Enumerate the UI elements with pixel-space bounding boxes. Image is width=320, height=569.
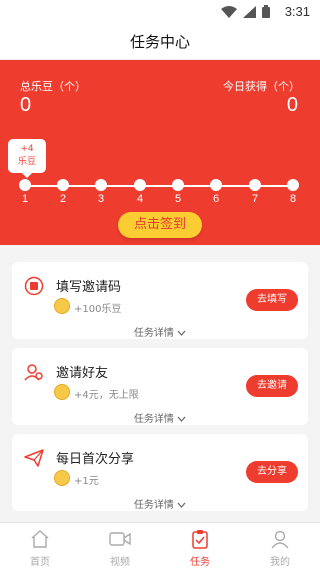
bubble-plus: +4	[20, 144, 34, 154]
task-icon	[190, 529, 210, 552]
home-icon	[30, 529, 50, 552]
chevron-down-icon	[177, 414, 186, 425]
today-beans-value: 0	[286, 94, 298, 116]
task-detail-toggle[interactable]: 任务详情	[12, 410, 308, 425]
task-detail-toggle[interactable]: 任务详情	[12, 496, 308, 511]
streak-dot	[134, 179, 146, 191]
chevron-down-icon	[177, 328, 186, 339]
invite-code-icon	[24, 276, 44, 296]
bottom-tab-bar: 首页 视频 任务 我的	[0, 522, 320, 569]
streak-day-label: 4	[136, 193, 144, 205]
battery-icon	[262, 5, 270, 18]
fill-code-button[interactable]: 去填写	[246, 289, 298, 311]
page-title: 任务中心	[0, 24, 320, 60]
streak-dot	[57, 179, 69, 191]
streak-dot	[19, 179, 31, 191]
status-bar: 3:31	[0, 0, 320, 24]
coin-icon	[54, 298, 70, 314]
task-reward: +100乐豆	[74, 304, 122, 315]
profile-icon	[270, 529, 290, 552]
status-icons	[221, 5, 270, 18]
summary-panel: 总乐豆（个） 今日获得（个） 0 0 +4 乐豆 1 2 3 4 5 6 7 8…	[0, 60, 320, 245]
streak-dot	[95, 179, 107, 191]
streak-day-label: 2	[59, 193, 67, 205]
total-beans-label: 总乐豆（个）	[20, 80, 86, 93]
tab-profile[interactable]: 我的	[240, 523, 320, 569]
streak-day-label: 1	[21, 193, 29, 205]
streak-dot	[172, 179, 184, 191]
task-reward: +1元	[74, 476, 99, 487]
tab-home[interactable]: 首页	[0, 523, 80, 569]
streak-day-label: 3	[97, 193, 105, 205]
task-detail-label: 任务详情	[133, 414, 174, 425]
paper-plane-icon	[24, 448, 44, 468]
task-title: 邀请好友	[56, 366, 109, 381]
task-detail-toggle[interactable]: 任务详情	[12, 324, 308, 339]
streak-day-label: 5	[174, 193, 182, 205]
coin-icon	[54, 384, 70, 400]
tab-label: 首页	[30, 557, 50, 568]
task-card-invite-friends: 邀请好友 +4元，无上限 任务详情 去邀请	[12, 348, 308, 425]
streak-dot	[249, 179, 261, 191]
streak-day-label: 6	[212, 193, 220, 205]
tab-tasks[interactable]: 任务	[160, 523, 240, 569]
tab-label: 视频	[110, 557, 130, 568]
wifi-icon	[221, 5, 237, 18]
task-card-invite-code: 填写邀请码 +100乐豆 任务详情 去填写	[12, 262, 308, 339]
checkin-button[interactable]: 点击签到	[118, 212, 202, 238]
share-button[interactable]: 去分享	[246, 461, 298, 483]
status-time: 3:31	[284, 4, 310, 19]
task-title: 填写邀请码	[56, 280, 122, 295]
task-title: 每日首次分享	[56, 452, 135, 467]
streak-dot	[210, 179, 222, 191]
coin-icon	[54, 470, 70, 486]
tab-label: 任务	[190, 557, 210, 568]
video-icon	[109, 529, 131, 552]
signal-icon	[243, 5, 256, 18]
chevron-down-icon	[177, 500, 186, 511]
streak-day-label: 7	[251, 193, 259, 205]
today-beans-label: 今日获得（个）	[223, 80, 300, 93]
task-detail-label: 任务详情	[133, 328, 174, 339]
invite-friends-icon	[24, 362, 44, 382]
task-card-daily-share: 每日首次分享 +1元 任务详情 去分享	[12, 434, 308, 511]
total-beans-value: 0	[20, 94, 32, 116]
streak-reward-bubble: +4 乐豆	[8, 139, 46, 178]
tab-label: 我的	[270, 557, 290, 568]
invite-button[interactable]: 去邀请	[246, 375, 298, 397]
task-reward: +4元，无上限	[74, 390, 139, 401]
streak-dot	[287, 179, 299, 191]
streak-day-label: 8	[289, 193, 297, 205]
tab-video[interactable]: 视频	[80, 523, 160, 569]
bubble-unit: 乐豆	[17, 157, 36, 167]
task-detail-label: 任务详情	[133, 500, 174, 511]
